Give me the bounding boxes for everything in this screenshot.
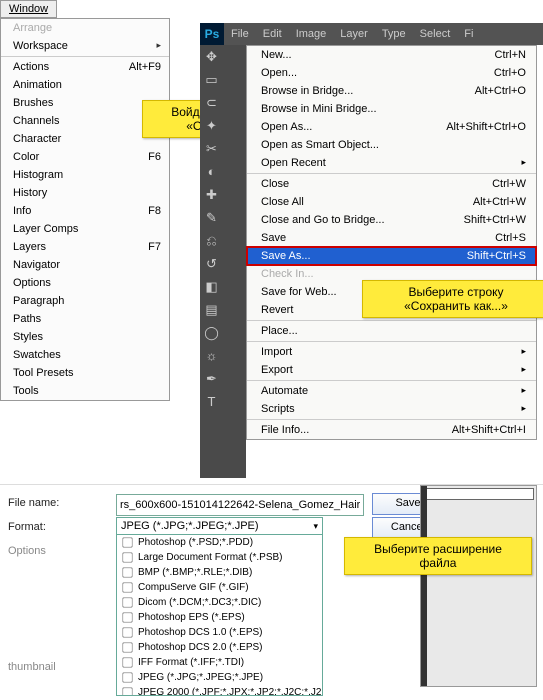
menu-item-paragraph[interactable]: Paragraph	[1, 292, 169, 310]
menu-item-animation[interactable]: Animation	[1, 76, 169, 94]
callout-format: Выберите расширениефайла	[344, 537, 532, 575]
history-brush-icon[interactable]: ↺	[200, 252, 223, 275]
crop-tool-icon[interactable]: ✂	[200, 137, 223, 160]
format-option[interactable]: Photoshop DCS 2.0 (*.EPS)	[117, 640, 322, 655]
stamp-tool-icon[interactable]: ⎌	[200, 229, 223, 252]
format-option[interactable]: Photoshop EPS (*.EPS)	[117, 610, 322, 625]
menu-item-histogram[interactable]: Histogram	[1, 166, 169, 184]
menubar-image[interactable]: Image	[289, 28, 334, 40]
file-menu-scripts[interactable]: Scripts	[247, 400, 536, 418]
callout-saveas: Выберите строку«Сохранить как...»	[362, 280, 543, 318]
file-menu-save[interactable]: SaveCtrl+S	[247, 229, 536, 247]
menu-item-tool-presets[interactable]: Tool Presets	[1, 364, 169, 382]
menu-item-paths[interactable]: Paths	[1, 310, 169, 328]
menu-item-info[interactable]: InfoF8	[1, 202, 169, 220]
pen-tool-icon[interactable]: ✒	[200, 367, 223, 390]
format-option[interactable]: JPEG 2000 (*.JPF;*.JPX;*.JP2;*.J2C;*.J2K…	[117, 685, 322, 695]
tool-column: ✥ ▭ ⊂ ✦ ✂ ◐ ✚ ✎ ⎌ ↺ ◧ ▤ ◯ ☼ ✒ T	[200, 45, 246, 478]
menubar-select[interactable]: Select	[413, 28, 458, 40]
blur-tool-icon[interactable]: ◯	[200, 321, 223, 344]
format-dropdown[interactable]: JPEG (*.JPG;*.JPEG;*.JPE) Photoshop (*.P…	[116, 517, 323, 696]
file-menu-open-as[interactable]: Open As...Alt+Shift+Ctrl+O	[247, 118, 536, 136]
file-menu-open-as-smart-object[interactable]: Open as Smart Object...	[247, 136, 536, 154]
menubar-layer[interactable]: Layer	[333, 28, 375, 40]
menu-item-history[interactable]: History	[1, 184, 169, 202]
splitter-handle[interactable]	[421, 486, 427, 686]
healing-tool-icon[interactable]: ✚	[200, 183, 223, 206]
file-menu-close-all[interactable]: Close AllAlt+Ctrl+W	[247, 193, 536, 211]
file-menu-close-and-go-to-bridge[interactable]: Close and Go to Bridge...Shift+Ctrl+W	[247, 211, 536, 229]
menu-item-styles[interactable]: Styles	[1, 328, 169, 346]
file-menu-open[interactable]: Open...Ctrl+O	[247, 64, 536, 82]
menubar-file[interactable]: File	[224, 28, 256, 40]
brush-tool-icon[interactable]: ✎	[200, 206, 223, 229]
menu-item-tools[interactable]: Tools	[1, 382, 169, 400]
filename-input[interactable]	[116, 494, 364, 516]
menu-workspace[interactable]: Workspace	[1, 37, 169, 55]
menubar-fi[interactable]: Fi	[457, 28, 480, 40]
filename-label: File name:	[8, 497, 59, 509]
marquee-tool-icon[interactable]: ▭	[200, 68, 223, 91]
photoshop-logo-icon: Ps	[200, 23, 224, 45]
format-option[interactable]: Photoshop (*.PSD;*.PDD)	[117, 535, 322, 550]
menubar-type[interactable]: Type	[375, 28, 413, 40]
format-option[interactable]: JPEG (*.JPG;*.JPEG;*.JPE)	[117, 670, 322, 685]
ps-menubar: Ps FileEditImageLayerTypeSelectFi	[200, 23, 543, 45]
menu-item-color[interactable]: ColorF6	[1, 148, 169, 166]
menu-item-swatches[interactable]: Swatches	[1, 346, 169, 364]
menu-arrange: Arrange	[1, 19, 169, 37]
format-option[interactable]: CompuServe GIF (*.GIF)	[117, 580, 322, 595]
format-selected[interactable]: JPEG (*.JPG;*.JPEG;*.JPE)	[117, 518, 322, 535]
menubar-edit[interactable]: Edit	[256, 28, 289, 40]
window-menu: Arrange Workspace ActionsAlt+F9Animation…	[0, 18, 170, 401]
gradient-tool-icon[interactable]: ▤	[200, 298, 223, 321]
format-label: Format:	[8, 521, 46, 533]
file-menu-new[interactable]: New...Ctrl+N	[247, 46, 536, 64]
dodge-tool-icon[interactable]: ☼	[200, 344, 223, 367]
file-menu-import[interactable]: Import	[247, 343, 536, 361]
file-menu-save-as[interactable]: Save As...Shift+Ctrl+S	[247, 247, 536, 265]
menu-item-layer-comps[interactable]: Layer Comps	[1, 220, 169, 238]
file-menu-browse-in-mini-bridge[interactable]: Browse in Mini Bridge...	[247, 100, 536, 118]
thumbnail-label: thumbnail	[8, 661, 56, 673]
file-menu-close[interactable]: CloseCtrl+W	[247, 175, 536, 193]
menu-item-layers[interactable]: LayersF7	[1, 238, 169, 256]
format-option[interactable]: Dicom (*.DCM;*.DC3;*.DIC)	[117, 595, 322, 610]
menu-item-options[interactable]: Options	[1, 274, 169, 292]
preview-pane	[420, 485, 537, 687]
lasso-tool-icon[interactable]: ⊂	[200, 91, 223, 114]
window-menu-title[interactable]: Window	[0, 0, 57, 18]
file-menu: New...Ctrl+NOpen...Ctrl+OBrowse in Bridg…	[246, 45, 537, 440]
move-tool-icon[interactable]: ✥	[200, 45, 223, 68]
format-option[interactable]: IFF Format (*.IFF;*.TDI)	[117, 655, 322, 670]
format-option[interactable]: BMP (*.BMP;*.RLE;*.DIB)	[117, 565, 322, 580]
menu-item-actions[interactable]: ActionsAlt+F9	[1, 58, 169, 76]
file-menu-export[interactable]: Export	[247, 361, 536, 379]
format-option[interactable]: Photoshop DCS 1.0 (*.EPS)	[117, 625, 322, 640]
file-menu-automate[interactable]: Automate	[247, 382, 536, 400]
wand-tool-icon[interactable]: ✦	[200, 114, 223, 137]
file-menu-browse-in-bridge[interactable]: Browse in Bridge...Alt+Ctrl+O	[247, 82, 536, 100]
type-tool-icon[interactable]: T	[200, 390, 223, 413]
menu-item-navigator[interactable]: Navigator	[1, 256, 169, 274]
eraser-tool-icon[interactable]: ◧	[200, 275, 223, 298]
format-option[interactable]: Large Document Format (*.PSB)	[117, 550, 322, 565]
eyedropper-tool-icon[interactable]: ◐	[200, 160, 223, 183]
options-label: Options	[8, 545, 46, 557]
file-menu-place[interactable]: Place...	[247, 322, 536, 340]
file-menu-file-info[interactable]: File Info...Alt+Shift+Ctrl+I	[247, 421, 536, 439]
file-menu-open-recent[interactable]: Open Recent	[247, 154, 536, 172]
